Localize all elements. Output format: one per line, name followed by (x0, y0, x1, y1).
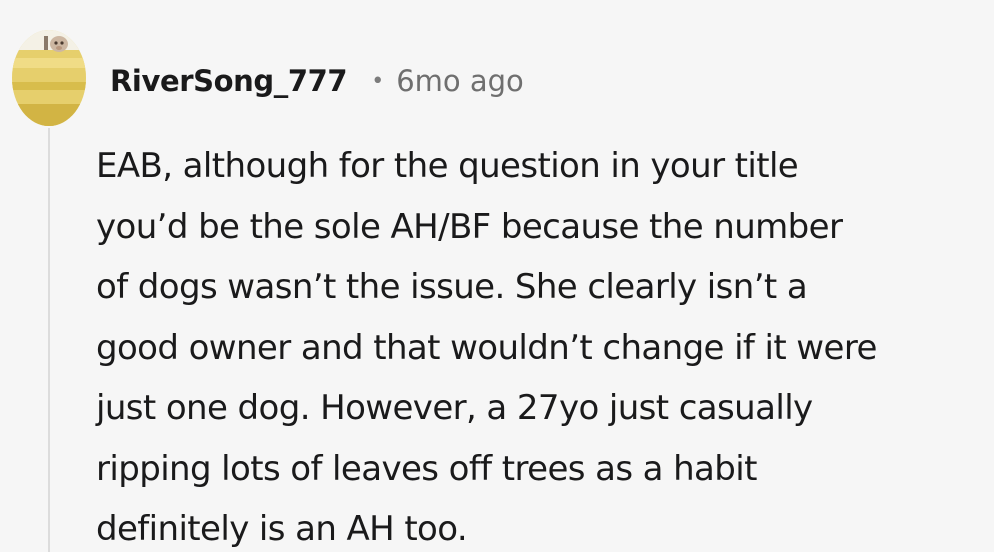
comment-text-line: you’d be the sole AH/BF because the numb… (96, 206, 843, 247)
thread-line[interactable] (48, 128, 50, 552)
separator-dot: • (371, 68, 385, 94)
comment-header: RiverSong_777 • 6mo ago (110, 62, 524, 100)
comment-body: EAB, although for the question in your t… (96, 136, 990, 552)
comment-text-line: definitely is an AH too. (96, 509, 468, 549)
avatar[interactable] (12, 30, 86, 126)
avatar-image (12, 30, 86, 126)
comment-text-line: ripping lots of leaves off trees as a ha… (96, 448, 757, 489)
comment-text-line: of dogs wasn’t the issue. She clearly is… (96, 267, 808, 307)
comment-text-line: just one dog. However, a 27yo just casua… (96, 388, 813, 428)
comment-text-line: EAB, although for the question in your t… (96, 146, 799, 186)
comment: RiverSong_777 • 6mo ago EAB, although fo… (0, 0, 994, 552)
username-link[interactable]: RiverSong_777 (110, 64, 348, 98)
comment-text-line: good owner and that wouldn’t change if i… (96, 327, 877, 368)
timestamp[interactable]: 6mo ago (396, 64, 524, 98)
